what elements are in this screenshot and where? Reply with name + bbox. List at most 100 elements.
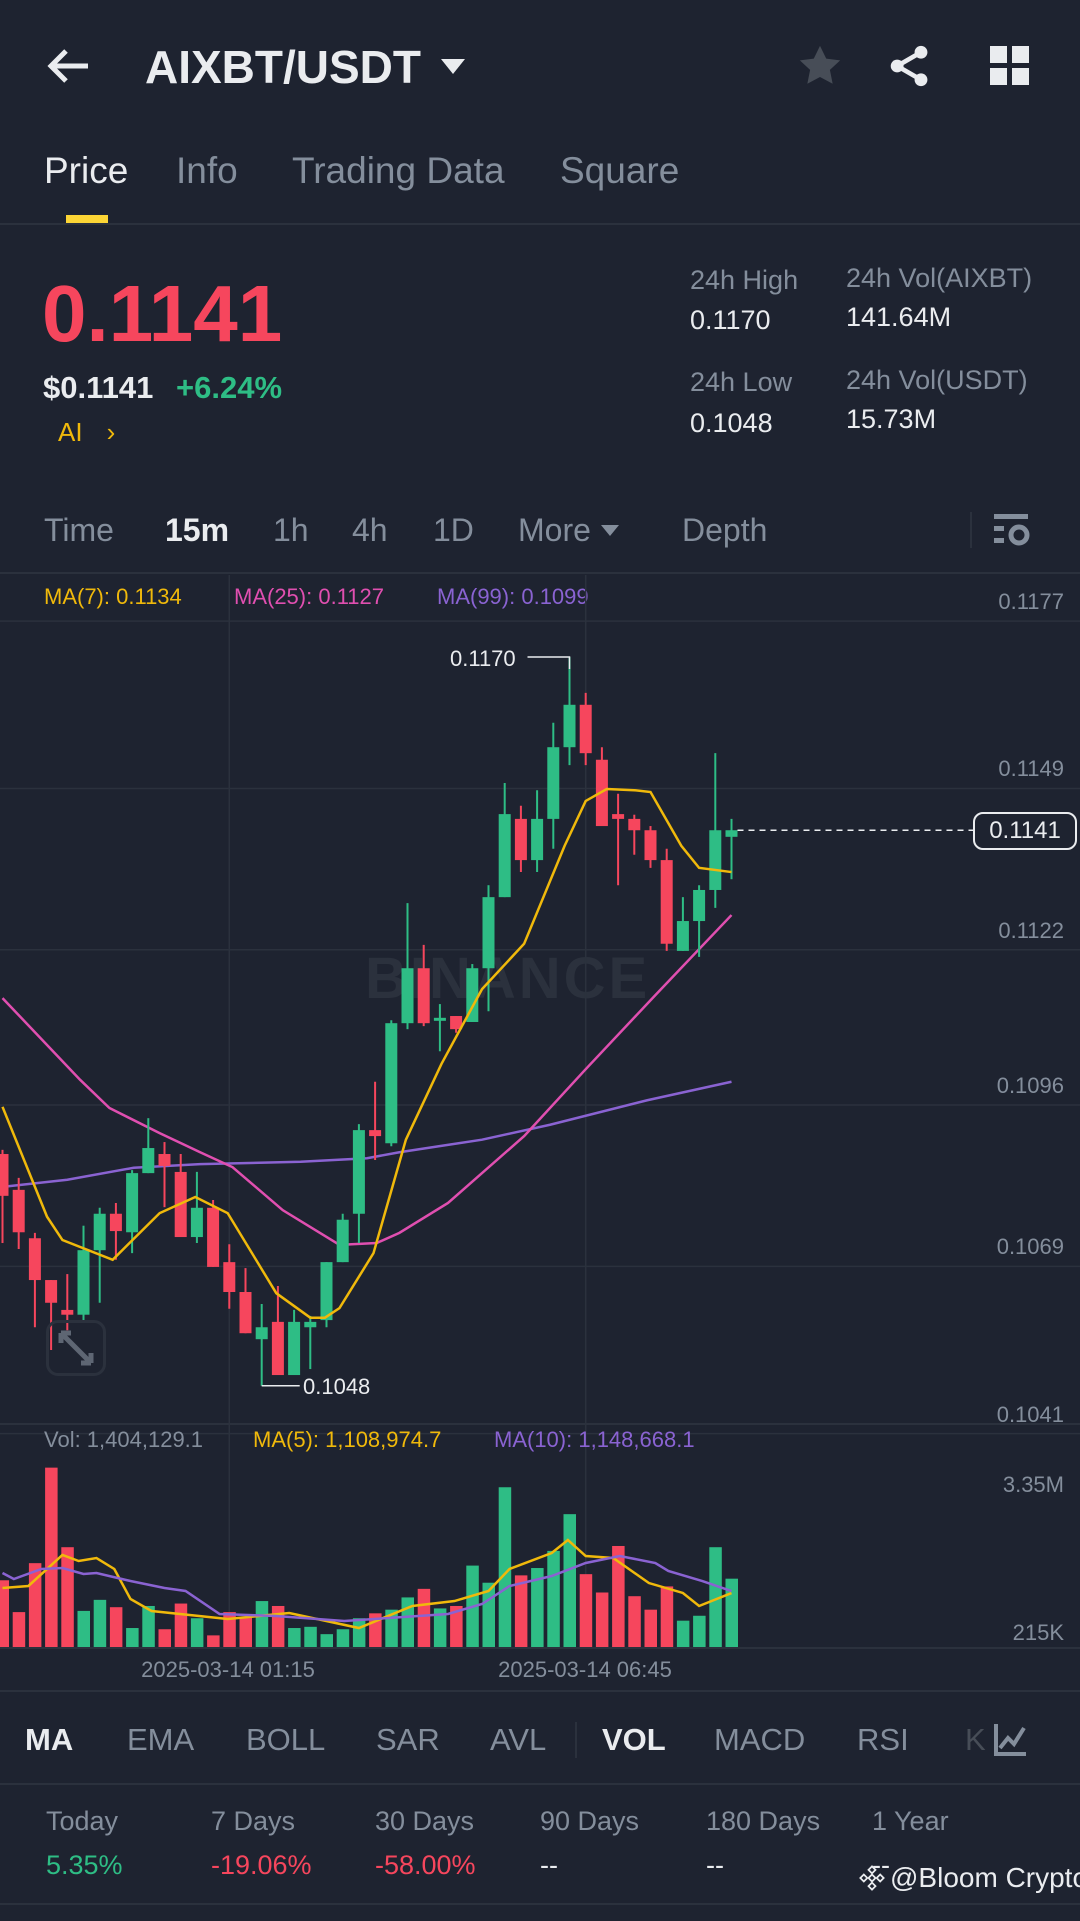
candle-body xyxy=(207,1207,220,1267)
perf-label-today: Today xyxy=(46,1806,119,1836)
volume-tick-high: 3.35M xyxy=(1002,1472,1064,1497)
candle-body xyxy=(12,1189,25,1233)
indicator-sar[interactable]: SAR xyxy=(376,1722,440,1758)
candle-body xyxy=(498,814,511,898)
perf-value-7d: -19.06% xyxy=(211,1850,312,1880)
volume-bar xyxy=(352,1618,366,1647)
time-tick-2: 2025-03-14 06:45 xyxy=(498,1657,672,1682)
expand-chart-button[interactable] xyxy=(46,1320,106,1376)
indicator-macd[interactable]: MACD xyxy=(714,1722,805,1758)
divider xyxy=(0,1903,1080,1905)
indicator-ema[interactable]: EMA xyxy=(127,1722,194,1758)
price-tick-label: 0.1177 xyxy=(998,589,1064,615)
volume-bar xyxy=(579,1574,593,1647)
candle-body xyxy=(514,818,527,861)
candle-body xyxy=(28,1238,41,1281)
volume-bar xyxy=(174,1603,188,1647)
binance-logo-icon xyxy=(859,1865,885,1891)
volume-bar xyxy=(547,1550,560,1647)
volume-bar xyxy=(498,1487,512,1647)
ma99-line xyxy=(2,1080,732,1189)
price-tick-label: 0.1069 xyxy=(996,1234,1064,1260)
divider xyxy=(0,1690,1080,1692)
volume-bar xyxy=(0,1580,9,1647)
candle-body xyxy=(725,830,738,837)
candle-body xyxy=(320,1262,333,1321)
volume-bar xyxy=(595,1592,609,1647)
perf-value-90d: -- xyxy=(540,1850,558,1880)
candle-body xyxy=(693,889,706,922)
low-marker-label: 0.1048 xyxy=(303,1374,371,1399)
candle-body xyxy=(433,1017,446,1021)
indicator-boll[interactable]: BOLL xyxy=(246,1722,325,1758)
candle-body xyxy=(628,818,641,831)
candle-body xyxy=(612,814,625,819)
indicator-rsi[interactable]: RSI xyxy=(857,1722,909,1758)
candle-body xyxy=(223,1262,236,1293)
candle-body xyxy=(676,921,689,951)
perf-value-30d: -58.00% xyxy=(375,1850,476,1880)
volume-bar xyxy=(45,1467,58,1647)
candle-body xyxy=(142,1148,155,1174)
perf-label-180d: 180 Days xyxy=(706,1806,821,1836)
volume-bar xyxy=(77,1610,90,1647)
candle-body xyxy=(547,747,560,819)
volume-bar xyxy=(514,1575,528,1647)
indicator-settings-button[interactable] xyxy=(992,1722,1042,1762)
indicator-vol[interactable]: VOL xyxy=(602,1722,666,1758)
volume-bar xyxy=(12,1612,26,1647)
price-tick-label: 0.1096 xyxy=(996,1073,1064,1099)
ma7-line xyxy=(1,787,732,1319)
candle-body xyxy=(401,968,414,1024)
candle-body xyxy=(336,1219,349,1263)
credit-watermark: @Bloom Crypto xyxy=(858,1862,1080,1894)
candle-body xyxy=(579,704,592,754)
candle-body xyxy=(417,968,430,1024)
candle-body xyxy=(288,1321,301,1376)
volume-bar xyxy=(109,1607,123,1647)
volume-bar xyxy=(417,1588,431,1647)
high-marker-line xyxy=(527,656,571,669)
candle-body xyxy=(93,1213,106,1251)
indicator-chart-icon xyxy=(994,1724,1026,1756)
volume-bar xyxy=(255,1601,269,1647)
volume-bar xyxy=(158,1629,171,1647)
volume-bar xyxy=(563,1514,576,1647)
candle-body xyxy=(482,897,495,969)
candle-body xyxy=(77,1250,90,1315)
vol-ma5-legend: MA(5): 1,108,974.7 xyxy=(253,1427,442,1452)
candle-body xyxy=(126,1173,139,1233)
volume-bar xyxy=(320,1634,333,1647)
candle-body xyxy=(239,1292,252,1334)
perf-value-180d: -- xyxy=(706,1850,724,1880)
candlestick-chart[interactable] xyxy=(0,0,1080,1921)
volume-bar xyxy=(190,1618,204,1647)
indicator-ma[interactable]: MA xyxy=(25,1722,73,1758)
volume-bar xyxy=(336,1629,350,1647)
current-price-tag: 0.1141 xyxy=(973,812,1077,850)
candle-body xyxy=(660,860,673,944)
indicator-k[interactable]: K xyxy=(965,1722,986,1758)
candle-body xyxy=(61,1309,74,1315)
candle-body xyxy=(531,818,544,861)
perf-label-30d: 30 Days xyxy=(375,1806,475,1836)
volume-bar xyxy=(644,1609,657,1647)
candle-body xyxy=(45,1280,58,1303)
price-tick-label: 0.1122 xyxy=(998,917,1064,943)
candle-body xyxy=(0,1154,9,1196)
candle-body xyxy=(304,1321,317,1328)
volume-tick-low: 215K xyxy=(1012,1620,1064,1645)
volume-bar xyxy=(93,1599,107,1647)
candle-body xyxy=(385,1023,398,1144)
credit-text: @Bloom Crypto xyxy=(890,1862,1080,1893)
divider xyxy=(0,1783,1080,1785)
vol-legend: Vol: 1,404,129.1 xyxy=(44,1427,204,1452)
price-tick-label: 0.1149 xyxy=(998,756,1064,782)
volume-bar xyxy=(239,1617,252,1647)
perf-label-1y: 1 Year xyxy=(872,1806,949,1836)
candle-body xyxy=(158,1154,171,1166)
candle-body xyxy=(563,704,576,748)
volume-bar xyxy=(693,1615,706,1647)
candle-body xyxy=(352,1130,365,1214)
indicator-avl[interactable]: AVL xyxy=(490,1722,546,1758)
